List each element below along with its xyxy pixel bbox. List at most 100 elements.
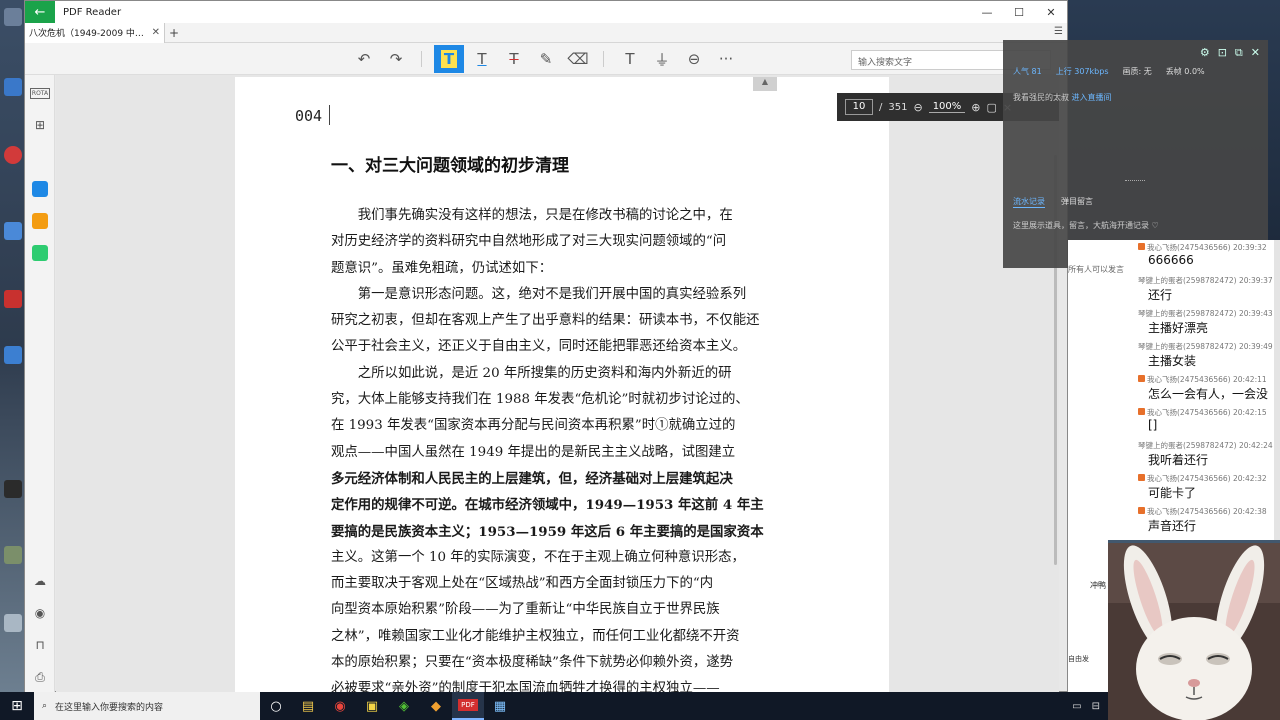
thumbnails-button[interactable]: ROTA xyxy=(29,85,51,101)
drag-handle[interactable] xyxy=(1125,180,1145,183)
page-separator: / xyxy=(879,101,883,113)
grid-view-button[interactable]: ⊞ xyxy=(32,117,48,133)
eraser-tool-button[interactable]: ⌫ xyxy=(563,45,593,73)
desktop-app-icon[interactable] xyxy=(4,614,22,632)
toolbar-divider xyxy=(421,51,422,67)
desktop-app-icon[interactable] xyxy=(4,290,22,308)
task-view-button[interactable]: ○ xyxy=(260,692,292,720)
highlight-tool-button[interactable]: T xyxy=(434,45,464,73)
chat-list: 所有人可以发言 我心飞扬(2475436566) 20:39:32 666666… xyxy=(1068,240,1280,540)
settings-icon[interactable]: ⚙ xyxy=(1200,46,1210,60)
chat-meta: 琴键上的蛋者(2598782472) 20:39:43 xyxy=(1138,309,1273,318)
print-app-icon[interactable] xyxy=(32,213,48,229)
chat-item: 琴键上的蛋者(2598782472) 20:39:43 主播好漂亮 xyxy=(1138,308,1280,336)
tab-flow-records[interactable]: 流水记录 xyxy=(1013,196,1045,208)
minimize-button[interactable]: — xyxy=(971,1,1003,23)
typewriter-tool-button[interactable]: T xyxy=(615,45,645,73)
taskbar-search-placeholder: 在这里输入你要搜索的内容 xyxy=(55,702,164,713)
cloud-sync-button[interactable]: ☁ xyxy=(32,573,48,589)
chat-message: 可能卡了 xyxy=(1148,486,1197,500)
chat-message: 666666 xyxy=(1148,253,1194,267)
rabbit-mask-image xyxy=(1108,543,1280,720)
stream-stats: 人气 81 上行 307kbps 画质: 无 丢帧 0.0% xyxy=(1013,66,1205,77)
browser-button[interactable]: ◈ xyxy=(388,692,420,720)
underline-text-icon: T xyxy=(477,50,487,68)
document-viewport[interactable]: ▲ 004 一、对三大问题领域的初步清理 我们事先确实没有这样的想法，只是在修改… xyxy=(56,75,1059,693)
tray-icon[interactable]: ⊟ xyxy=(1092,701,1100,712)
body-line: 究，大体上能够支持我们在 1988 年发表“危机论”时就初步讨论过的、 xyxy=(331,392,749,408)
sync-app-icon[interactable] xyxy=(32,181,48,197)
upload-stat: 上行 307kbps xyxy=(1055,67,1109,76)
live-panel-tabs: 流水记录 弹目留言 xyxy=(1013,196,1093,208)
close-tab-icon[interactable]: ✕ xyxy=(152,27,160,38)
print-button[interactable]: ⎙ xyxy=(32,669,48,685)
user-badge-icon xyxy=(1138,507,1145,514)
menu-icon[interactable]: ☰ xyxy=(1054,26,1063,37)
scroll-up-handle[interactable]: ▲ xyxy=(753,77,777,91)
streamer-line: 我看强民的太叔 进入直播间 xyxy=(1013,92,1112,103)
maximize-button[interactable]: ☐ xyxy=(1003,1,1035,23)
enter-room-link[interactable]: 进入直播间 xyxy=(1072,93,1112,102)
tray-icon[interactable]: ▭ xyxy=(1072,701,1081,712)
desktop-app-icon[interactable] xyxy=(4,480,22,498)
desktop-app-icon[interactable] xyxy=(4,346,22,364)
stream-app-button[interactable]: ▦ xyxy=(484,692,516,720)
taskbar-search[interactable]: ⌕ 在这里输入你要搜索的内容 xyxy=(34,692,260,720)
calculator-app-icon[interactable] xyxy=(32,245,48,261)
back-button[interactable]: ← xyxy=(25,1,55,23)
game-app-button[interactable]: ◆ xyxy=(420,692,452,720)
desktop-app-icon[interactable] xyxy=(4,222,22,240)
fit-page-icon[interactable]: ▢ xyxy=(987,101,997,114)
desktop-app-icon[interactable] xyxy=(4,8,22,26)
body-line: 向型资本原始积累”阶段——为了重新让“中华民族自立于世界民族 xyxy=(331,602,720,618)
notes-button[interactable]: ▣ xyxy=(356,692,388,720)
search-icon: ⌕ xyxy=(42,701,48,711)
pen-tool-button[interactable]: ✎ xyxy=(531,45,561,73)
start-button[interactable]: ⊞ xyxy=(0,692,34,720)
body-line: 我们事先确实没有这样的想法，只是在修改书稿的讨论之中，在 xyxy=(331,208,733,223)
zoom-level[interactable]: 100% xyxy=(928,101,966,113)
popout-icon[interactable]: ⧉ xyxy=(1235,46,1243,60)
document-tab[interactable]: 八次危机（1949-2009 中国的真... ✕ xyxy=(25,22,165,43)
underline-tool-button[interactable]: T xyxy=(467,45,497,73)
zoom-out-icon[interactable]: ⊖ xyxy=(913,101,922,114)
chat-item: 我心飞扬(2475436566) 20:42:32 可能卡了 xyxy=(1138,473,1280,501)
chat-item: 我心飞扬(2475436566) 20:42:15 [] xyxy=(1138,407,1280,432)
lock-icon[interactable]: ⊡ xyxy=(1218,46,1227,60)
current-page-input[interactable]: 10 xyxy=(845,99,873,115)
strikethrough-tool-button[interactable]: T xyxy=(499,45,529,73)
file-explorer-button[interactable]: ▤ xyxy=(292,692,324,720)
annotation-toolbar: ↶ ↷ T T T ✎ ⌫ T ⏚ ⊖ ··· 输入搜索文字 xyxy=(25,43,1067,75)
chrome-button[interactable]: ◉ xyxy=(324,692,356,720)
zoom-in-icon[interactable]: ⊕ xyxy=(971,101,980,114)
pdf-reader-window: ← PDF Reader — ☐ ✕ 八次危机（1949-2009 中国的真..… xyxy=(24,0,1068,693)
body-line: 多元经济体制和人民民主的上层建筑，但，经济基础对上层建筑起决 xyxy=(331,470,733,487)
body-line: 观点——中国人虽然在 1949 年提出的是新民主主义战略，试图建立 xyxy=(331,444,736,460)
redo-button[interactable]: ↷ xyxy=(381,45,411,73)
body-line: 要搞的是民族资本主义；1953—1959 年这后 6 年主要搞的是国家资本 xyxy=(331,523,764,540)
view-mode-button[interactable]: ◉ xyxy=(32,605,48,621)
quality-stat: 画质: 无 xyxy=(1122,67,1152,76)
desktop-app-icon[interactable] xyxy=(4,78,22,96)
body-line: 必被要求“亲外资”的制度干犯本国流血牺牲才换得的主权独立—— xyxy=(331,681,720,693)
close-window-button[interactable]: ✕ xyxy=(1035,1,1067,23)
redo-icon: ↷ xyxy=(389,50,403,68)
desktop-app-icon[interactable] xyxy=(4,146,22,164)
free-speech-toggle[interactable]: 自由发 xyxy=(1068,654,1089,664)
close-icon[interactable]: ✕ xyxy=(1251,46,1260,60)
browser-icon: ◈ xyxy=(399,698,409,714)
chat-scrollbar[interactable] xyxy=(1274,240,1280,540)
undo-icon: ↶ xyxy=(357,50,371,68)
task-view-icon: ○ xyxy=(270,698,282,714)
desktop-app-icon[interactable] xyxy=(4,546,22,564)
link-tool-button[interactable]: ⊖ xyxy=(679,45,709,73)
back-arrow-icon: ← xyxy=(34,4,46,20)
bookmarks-button[interactable]: ⊓ xyxy=(32,637,48,653)
pdf-reader-taskbar-button[interactable]: PDF xyxy=(452,692,484,720)
new-tab-button[interactable]: + xyxy=(165,26,183,40)
window-controls: — ☐ ✕ xyxy=(971,1,1067,23)
undo-button[interactable]: ↶ xyxy=(349,45,379,73)
tab-comments[interactable]: 弹目留言 xyxy=(1061,196,1093,208)
more-tools-button[interactable]: ··· xyxy=(711,45,741,73)
stamp-tool-button[interactable]: ⏚ xyxy=(647,45,677,73)
